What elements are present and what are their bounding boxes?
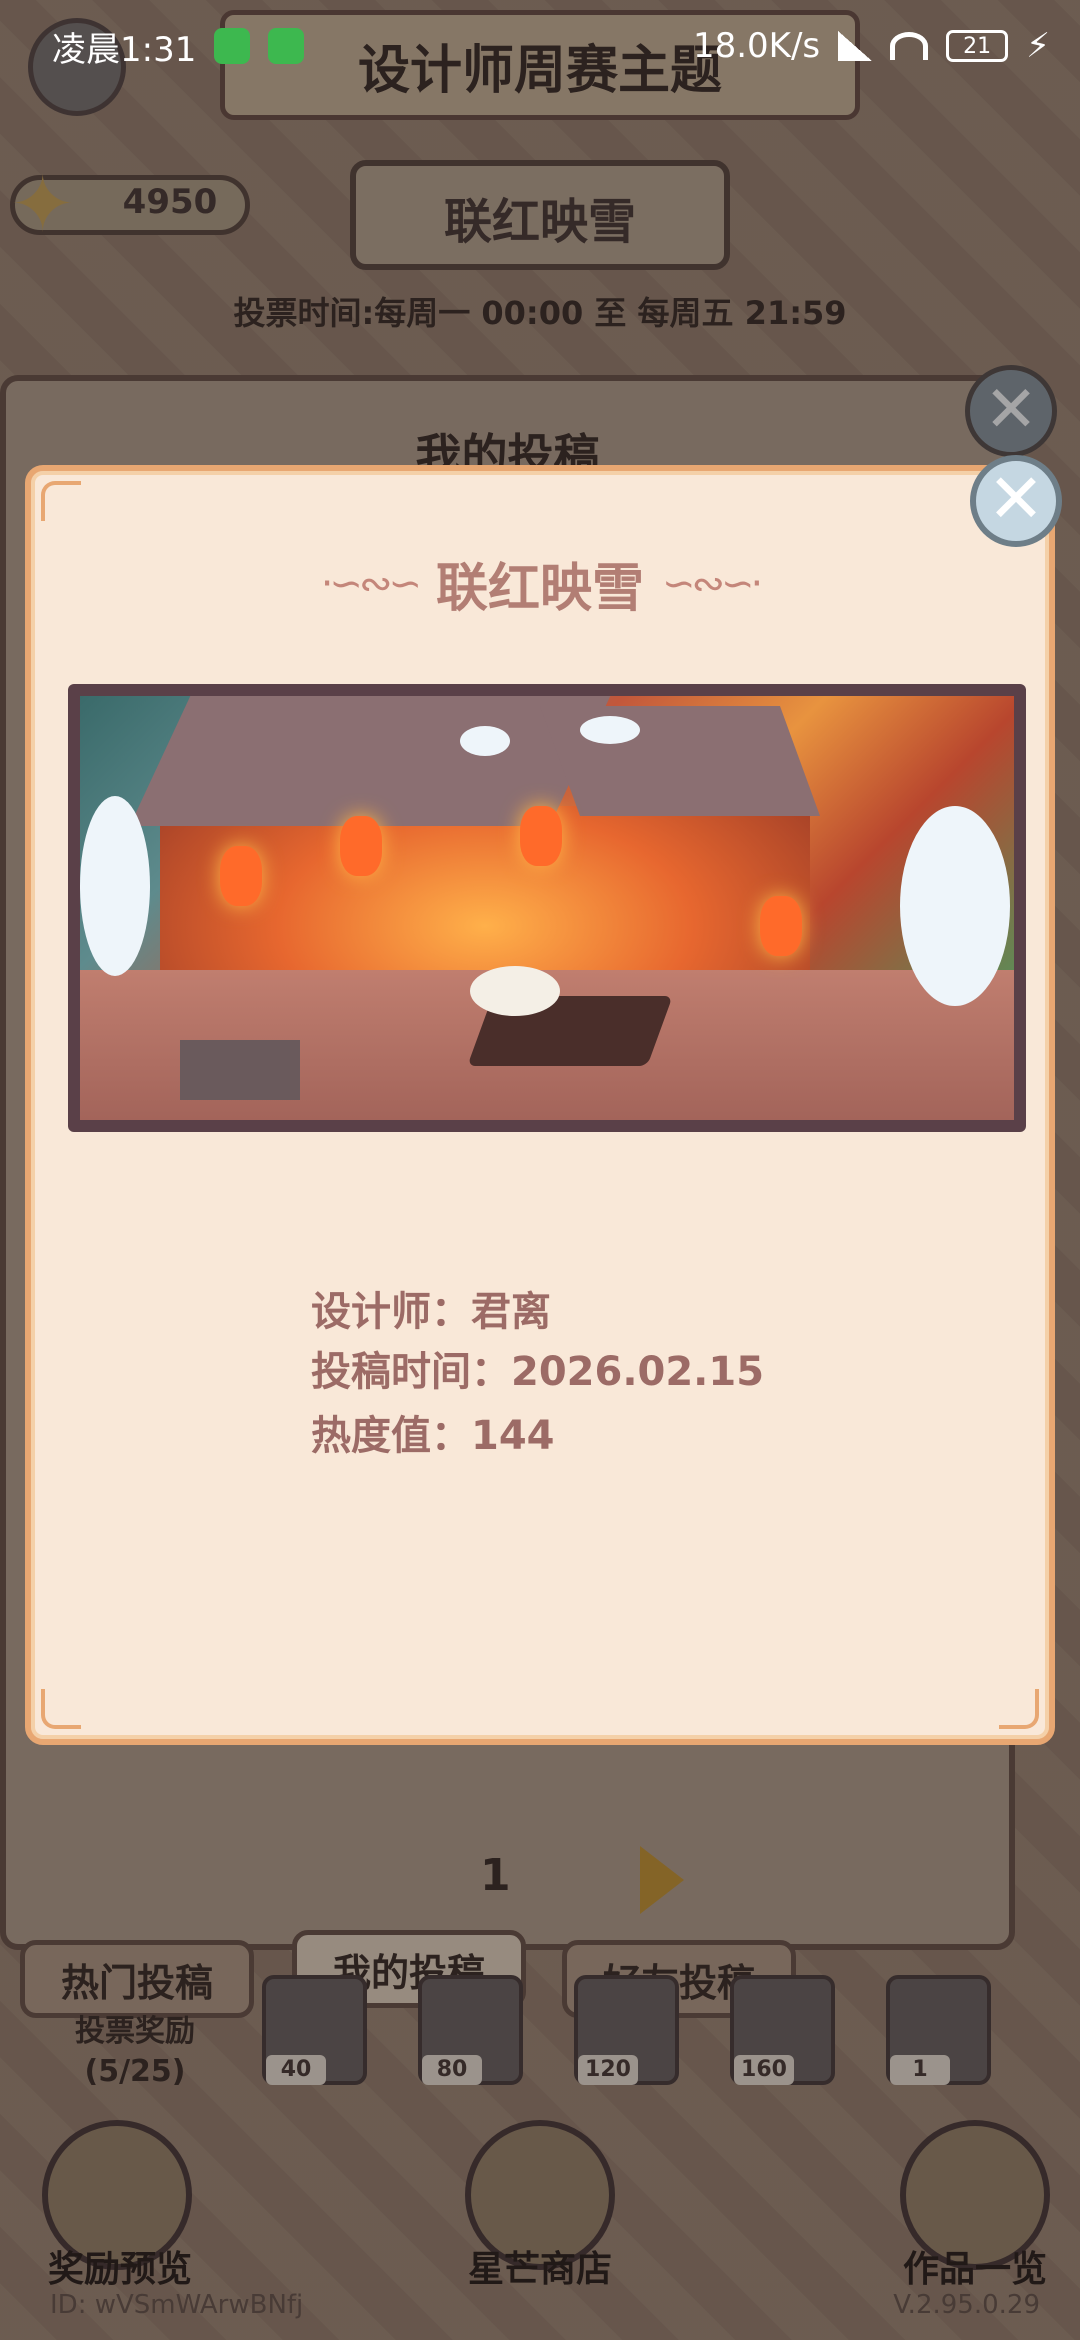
corner-ornament [41, 1689, 81, 1729]
artwork-frame [68, 684, 1026, 1132]
round-table [470, 966, 560, 1016]
heat-value: 热度值：144 [311, 1413, 555, 1459]
modal-header: ·∽∾∽ 联红映雪 ∽∾∽· [31, 546, 1049, 621]
corner-ornament [999, 1689, 1039, 1729]
battery-level: 21 [963, 33, 992, 59]
submission-detail-modal: ·∽∾∽ 联红映雪 ∽∾∽· 设计师：君离 投稿时间：2026.02.15 热度… [25, 465, 1055, 1745]
roof-snow [580, 716, 640, 744]
artwork-image [80, 696, 1014, 1120]
modal-title: 联红映雪 [435, 559, 644, 619]
network-speed: 18.0K/s [692, 26, 821, 66]
roof-snow [460, 726, 510, 756]
status-time: 凌晨1:31 [52, 29, 197, 70]
lantern [220, 846, 262, 906]
flourish-left-icon: ·∽∾∽ [320, 560, 422, 607]
signal-icon [838, 31, 873, 61]
app-notification-icon [214, 28, 251, 64]
corner-ornament [41, 481, 81, 521]
wifi-icon [890, 32, 929, 60]
roof-right [539, 706, 821, 816]
flourish-right-icon: ∽∾∽· [662, 560, 763, 607]
lantern [520, 806, 562, 866]
modal-close-button[interactable]: ✕ [970, 455, 1062, 547]
submit-time: 投稿时间：2026.02.15 [311, 1349, 765, 1395]
snow-tree [80, 796, 150, 976]
snow-tree [900, 806, 1010, 1006]
status-bar: 凌晨1:31 18.0K/s 21 ⚡ [0, 0, 1080, 92]
charging-icon: ⚡ [1026, 26, 1050, 66]
close-icon: ✕ [987, 460, 1045, 539]
designer-name: 设计师：君离 [311, 1289, 551, 1335]
lantern [340, 816, 382, 876]
app-notification-icon [268, 28, 305, 64]
entrance-steps [180, 1040, 300, 1100]
battery-icon: 21 [946, 30, 1009, 62]
lantern [760, 896, 802, 956]
